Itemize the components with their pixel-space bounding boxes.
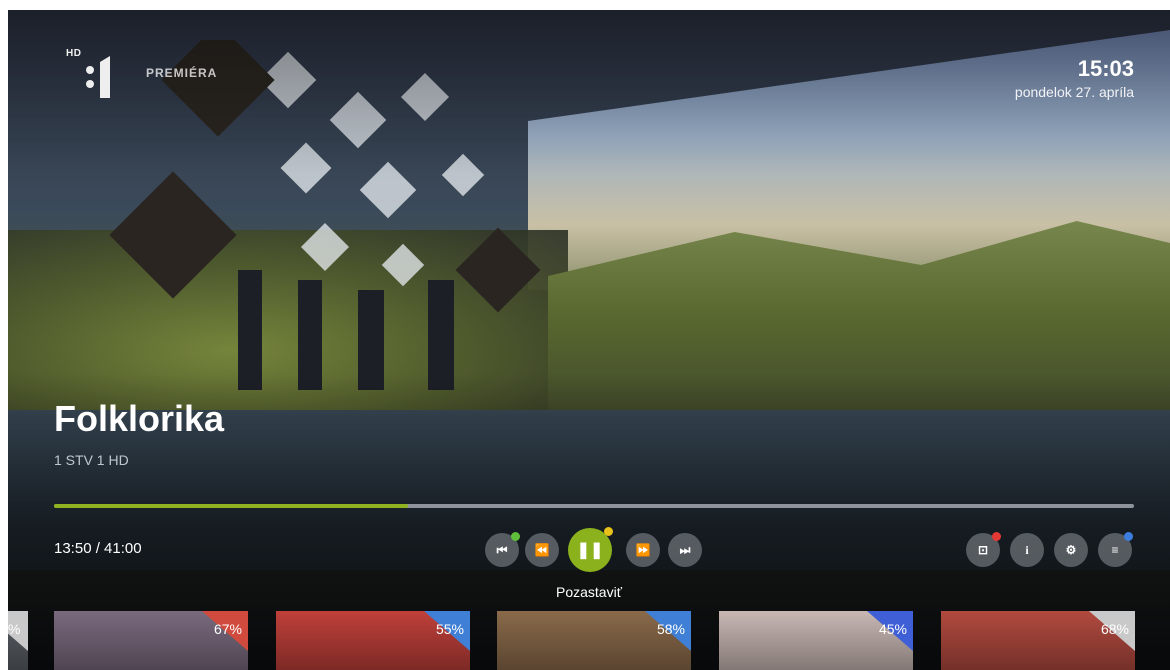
- program-thumbnail[interactable]: %: [8, 611, 28, 670]
- skip-forward-icon: ⏭: [679, 542, 691, 557]
- watched-percent: 67%: [213, 621, 242, 637]
- clock: 15:03 pondelok 27. apríla: [1015, 56, 1134, 100]
- focused-control-hint: Pozastaviť: [556, 584, 622, 600]
- status-dot: [1124, 532, 1133, 541]
- status-dot: [604, 527, 613, 536]
- watched-percent: 45%: [878, 621, 907, 637]
- pause-icon: ❚❚: [576, 542, 604, 559]
- channel-one-logo: [86, 56, 110, 98]
- skip-back-button[interactable]: ⏮: [485, 532, 520, 567]
- premiera-label: PREMIÉRA: [146, 66, 218, 80]
- hd-label: HD: [66, 48, 82, 59]
- watched-percent: 58%: [656, 621, 685, 637]
- info-button[interactable]: i: [1010, 533, 1044, 567]
- record-button[interactable]: ⊡: [966, 532, 1001, 567]
- watched-percent: 68%: [1100, 621, 1129, 637]
- rewind-icon: ⏪: [534, 543, 550, 557]
- program-thumbnail[interactable]: 67%: [54, 611, 248, 670]
- fast-forward-icon: ⏩: [635, 543, 651, 557]
- program-thumbnail[interactable]: 45%: [719, 611, 913, 670]
- elapsed-time: 13:50 / 41:00: [54, 540, 142, 557]
- watched-percent: 55%: [435, 621, 464, 637]
- progress-fill: [54, 504, 409, 508]
- progress-bar[interactable]: [54, 504, 1134, 508]
- fast-forward-button[interactable]: ⏩: [626, 533, 660, 567]
- settings-button[interactable]: ⚙: [1054, 533, 1088, 567]
- skip-back-icon: ⏮: [496, 542, 508, 557]
- menu-icon: ≡: [1111, 543, 1119, 557]
- menu-button[interactable]: ≡: [1098, 532, 1133, 567]
- skip-forward-button[interactable]: ⏭: [668, 533, 702, 567]
- rewind-button[interactable]: ⏪: [525, 533, 559, 567]
- status-dot: [992, 532, 1001, 541]
- clock-time: 15:03: [1077, 56, 1134, 81]
- program-title: Folklorika: [54, 398, 225, 439]
- program-thumbnail[interactable]: 55%: [276, 611, 470, 670]
- watched-percent: %: [8, 621, 21, 637]
- program-thumbnail[interactable]: 58%: [497, 611, 691, 670]
- pause-button[interactable]: ❚❚: [568, 527, 613, 572]
- info-icon: i: [1025, 542, 1029, 557]
- status-dot: [511, 532, 520, 541]
- clock-date: pondelok 27. apríla: [1014, 84, 1134, 100]
- gear-icon: ⚙: [1065, 543, 1077, 557]
- program-thumbnail[interactable]: 68%: [941, 611, 1135, 670]
- program-channel: 1 STV 1 HD: [54, 452, 129, 468]
- recommendation-strip: % 67% 55% 58% 45% 68%: [0, 611, 1170, 670]
- record-icon: ⊡: [977, 543, 989, 557]
